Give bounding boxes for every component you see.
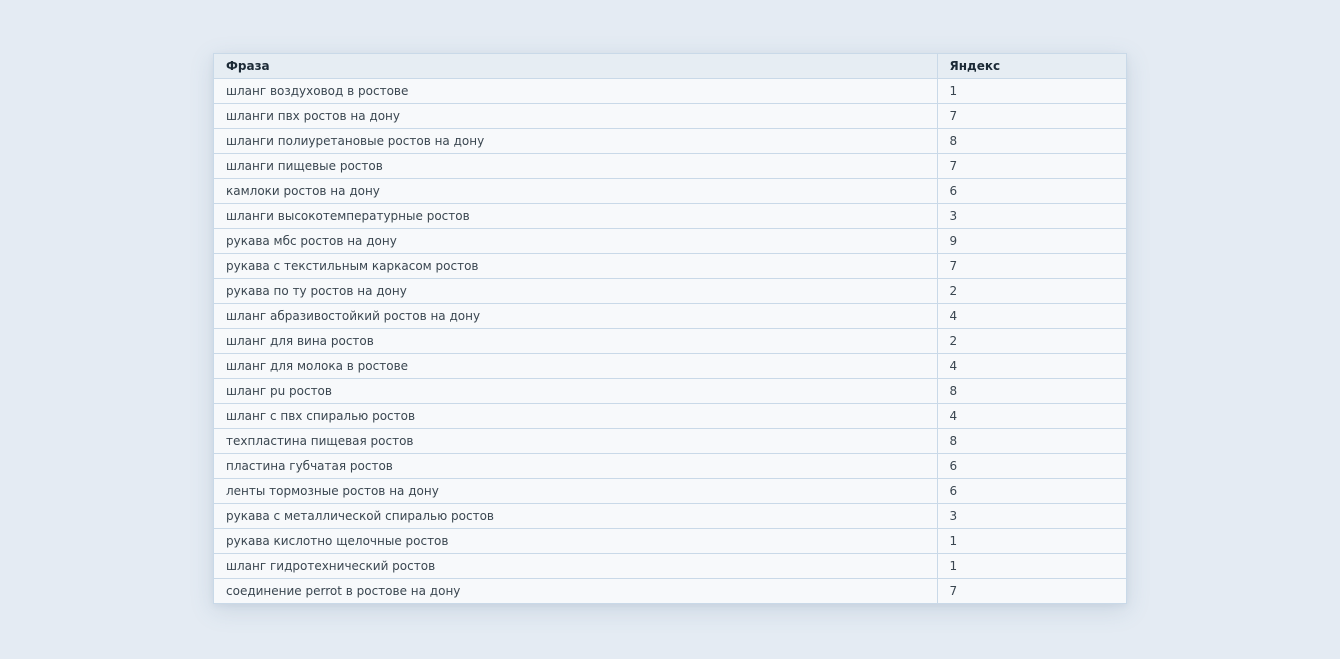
phrase-cell: рукава с металлической спиралью ростов	[214, 503, 937, 529]
phrase-cell: соединение perrot в ростове на дону	[214, 578, 937, 603]
column-header-yandex[interactable]: Яндекс	[936, 54, 1126, 79]
yandex-position-cell: 8	[936, 428, 1126, 454]
table-row: шланги высокотемпературные ростов 3	[214, 203, 1126, 229]
phrase-cell: шланги полиуретановые ростов на дону	[214, 128, 937, 154]
table-row: пластина губчатая ростов 6	[214, 453, 1126, 479]
yandex-position-cell: 2	[936, 328, 1126, 354]
yandex-position-cell: 8	[936, 128, 1126, 154]
phrase-cell: камлоки ростов на дону	[214, 178, 937, 204]
table-row: рукава мбс ростов на дону 9	[214, 228, 1126, 254]
table-row: шланг воздуховод в ростове 1	[214, 78, 1126, 104]
yandex-position-cell: 6	[936, 478, 1126, 504]
table-row: шланг pu ростов 8	[214, 378, 1126, 404]
phrase-cell: ленты тормозные ростов на дону	[214, 478, 937, 504]
phrase-cell: пластина губчатая ростов	[214, 453, 937, 479]
table-row: соединение perrot в ростове на дону 7	[214, 578, 1126, 603]
table-row: шланг для вина ростов 2	[214, 328, 1126, 354]
yandex-position-cell: 3	[936, 203, 1126, 229]
yandex-position-cell: 7	[936, 103, 1126, 129]
table-row: рукава кислотно щелочные ростов 1	[214, 528, 1126, 554]
table-header: Фраза Яндекс	[214, 54, 1126, 79]
header-row: Фраза Яндекс	[214, 54, 1126, 79]
table-row: шланги пищевые ростов 7	[214, 153, 1126, 179]
yandex-position-cell: 2	[936, 278, 1126, 304]
column-header-phrase[interactable]: Фраза	[214, 54, 937, 79]
yandex-position-cell: 4	[936, 353, 1126, 379]
yandex-position-cell: 1	[936, 528, 1126, 554]
phrase-cell: шланг для вина ростов	[214, 328, 937, 354]
phrase-cell: рукава по ту ростов на дону	[214, 278, 937, 304]
phrase-cell: шланг гидротехнический ростов	[214, 553, 937, 579]
yandex-position-cell: 6	[936, 178, 1126, 204]
table-body: шланг воздуховод в ростове 1 шланги пвх ро…	[214, 78, 1126, 603]
phrase-cell: шланг абразивостойкий ростов на дону	[214, 303, 937, 329]
yandex-position-cell: 4	[936, 303, 1126, 329]
phrase-cell: техпластина пищевая ростов	[214, 428, 937, 454]
phrase-cell: рукава мбс ростов на дону	[214, 228, 937, 254]
phrase-cell: шланг с пвх спиралью ростов	[214, 403, 937, 429]
phrase-cell: шланг pu ростов	[214, 378, 937, 404]
table-row: техпластина пищевая ростов 8	[214, 428, 1126, 454]
table-row: шланг с пвх спиралью ростов 4	[214, 403, 1126, 429]
phrase-cell: шланги высокотемпературные ростов	[214, 203, 937, 229]
phrase-cell: рукава кислотно щелочные ростов	[214, 528, 937, 554]
table-row: рукава по ту ростов на дону 2	[214, 278, 1126, 304]
keywords-table: Фраза Яндекс шланг воздуховод в ростове 1…	[214, 54, 1126, 603]
phrase-cell: шланги пвх ростов на дону	[214, 103, 937, 129]
phrase-cell: шланг воздуховод в ростове	[226, 84, 409, 98]
yandex-position-cell: 1	[936, 553, 1126, 579]
yandex-position-cell: 6	[936, 453, 1126, 479]
yandex-position-cell: 7	[936, 153, 1126, 179]
phrase-cell: шланги пищевые ростов	[214, 153, 937, 179]
yandex-position-cell: 1	[936, 78, 1126, 104]
yandex-position-cell: 4	[936, 403, 1126, 429]
table-row: шланг абразивостойкий ростов на дону 4	[214, 303, 1126, 329]
yandex-position-cell: 8	[936, 378, 1126, 404]
phrase-cell: рукава с текстильным каркасом ростов	[214, 253, 937, 279]
yandex-position-cell: 7	[936, 578, 1126, 603]
yandex-position-cell: 9	[936, 228, 1126, 254]
table-row: шланги пвх ростов на дону 7	[214, 103, 1126, 129]
table-row: шланг гидротехнический ростов 1	[214, 553, 1126, 579]
phrase-cell: шланг для молока в ростове	[214, 353, 937, 379]
table-row: камлоки ростов на дону 6	[214, 178, 1126, 204]
yandex-position-cell: 3	[936, 503, 1126, 529]
table-row: рукава с металлической спиралью ростов 3	[214, 503, 1126, 529]
table-row: шланги полиуретановые ростов на дону 8	[214, 128, 1126, 154]
keywords-table-container: Фраза Яндекс шланг воздуховод в ростове 1…	[213, 53, 1127, 604]
table-row: ленты тормозные ростов на дону 6	[214, 478, 1126, 504]
yandex-position-cell: 7	[936, 253, 1126, 279]
table-row: рукава с текстильным каркасом ростов 7	[214, 253, 1126, 279]
table-row: шланг для молока в ростове 4	[214, 353, 1126, 379]
